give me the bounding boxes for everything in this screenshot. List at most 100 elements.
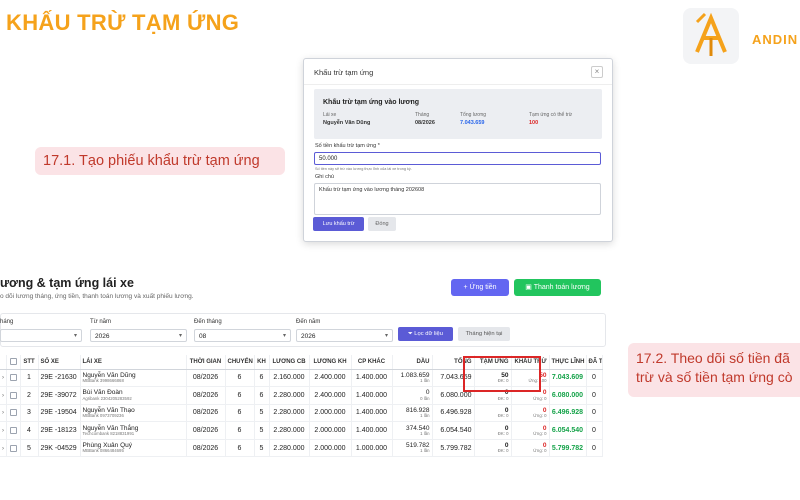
header-cell: ĐÃ TT	[586, 355, 603, 370]
row-checkbox-cell[interactable]	[6, 404, 21, 423]
advance-sub: ĐK: 0	[497, 448, 509, 454]
checkbox[interactable]	[9, 426, 17, 434]
summary-label-total: Tổng lương	[460, 112, 487, 118]
save-deduction-button[interactable]: Lưu khấu trừ	[313, 217, 364, 231]
cell-time: 08/2026	[186, 369, 226, 388]
row-marker-icon: ›	[2, 428, 4, 435]
summary-label-deductible: Tạm ứng có thể trừ	[529, 112, 573, 118]
cell-kh: 5	[254, 404, 270, 423]
checkbox[interactable]	[9, 444, 17, 452]
cell-paid: 0	[586, 421, 603, 440]
filter-value: 2026	[301, 332, 316, 340]
driver-bank: Agribank 2304205283592	[82, 395, 132, 401]
cell-plate: 29E -21630	[38, 369, 81, 388]
advance-deduction-highlight	[463, 356, 541, 392]
row-marker-icon: ›	[2, 392, 4, 399]
cell-driver[interactable]: Nguyễn Văn Thạo MBBank 0973709236	[80, 404, 187, 423]
select-all-checkbox[interactable]	[6, 355, 21, 370]
close-icon[interactable]: ×	[591, 66, 603, 78]
cell-driver[interactable]: Nguyễn Văn Dũng MBBank 3998666868	[80, 369, 187, 388]
header-cell: CP KHÁC	[351, 355, 393, 370]
cell-other: 1.400.000	[351, 386, 393, 405]
filter-select-to-month[interactable]: 08 ▾	[194, 329, 291, 342]
summary-title: Khấu trừ tạm ứng vào lương	[323, 99, 420, 106]
callout-create-deduction: 17.1. Tạo phiếu khẩu trừ tạm ứng	[35, 147, 285, 175]
deduction-modal: Khấu trừ tạm ứng × Khấu trừ tạm ứng vào …	[303, 58, 613, 242]
cell-other: 1.400.000	[351, 404, 393, 423]
filter-select-to-year[interactable]: 2026 ▾	[296, 329, 393, 342]
row-checkbox-cell[interactable]	[6, 421, 21, 440]
advance-sub: ĐK: 0	[497, 395, 509, 401]
cell-net: 6.054.540	[549, 421, 587, 440]
driver-bank: MBBank 0866484695	[82, 448, 124, 454]
summary-value-total: 7.043.659	[460, 120, 485, 126]
header-cell: THỜI GIAN	[186, 355, 226, 370]
table-row[interactable]: › 5 29K -04529 Phùng Xuân Quý MBBank 086…	[0, 439, 603, 458]
filter-button[interactable]: ⏷ Lọc dữ liệu	[398, 327, 453, 341]
checkbox[interactable]	[9, 391, 17, 399]
cell-khpay: 2.000.000	[309, 404, 352, 423]
row-checkbox-cell[interactable]	[6, 439, 21, 458]
advance-button[interactable]: + Ứng tiền	[451, 279, 509, 296]
chevron-down-icon: ▾	[178, 333, 182, 339]
checkbox[interactable]	[9, 409, 17, 417]
fuel-count: 0 lần	[420, 395, 430, 401]
amount-label: Số tiền khấu trừ tạm ứng *	[315, 143, 380, 149]
cell-trips: 6	[225, 439, 255, 458]
cell-time: 08/2026	[186, 421, 226, 440]
filter-select-from-year[interactable]: 2026 ▾	[90, 329, 187, 342]
cell-base: 2.280.000	[269, 439, 310, 458]
cell-net: 5.799.782	[549, 439, 587, 458]
cell-stt: 3	[20, 404, 39, 423]
cell-base: 2.280.000	[269, 386, 310, 405]
cell-deduction: 0 Ứng: 0	[511, 421, 550, 440]
row-marker-icon: ›	[2, 375, 4, 382]
cell-total: 6.054.540	[432, 421, 475, 440]
close-button[interactable]: Đóng	[368, 217, 396, 231]
deduction-sub: Ứng: 0	[533, 430, 547, 436]
fuel-count: 1 lần	[420, 448, 430, 454]
filter-value: 2026	[95, 332, 110, 340]
row-marker-icon: ›	[2, 410, 4, 417]
cell-driver[interactable]: Bùi Văn Đoàn Agribank 2304205283592	[80, 386, 187, 405]
callout-line: trừ và số tiền tạm ứng cò	[636, 368, 793, 385]
cell-net: 7.043.609	[549, 369, 587, 388]
header-cell: THỰC LĨNH	[549, 355, 587, 370]
header-cell: DẦU	[392, 355, 433, 370]
row-checkbox-cell[interactable]	[6, 369, 21, 388]
cell-stt: 2	[20, 386, 39, 405]
cell-total: 5.799.782	[432, 439, 475, 458]
cell-other: 1.400.000	[351, 421, 393, 440]
cell-other: 1.400.000	[351, 369, 393, 388]
cell-paid: 0	[586, 369, 603, 388]
summary-label-driver: Lái xe	[323, 112, 337, 118]
row-checkbox-cell[interactable]	[6, 386, 21, 405]
filter-select-month[interactable]: ▾	[0, 329, 82, 342]
cell-khpay: 2.000.000	[309, 439, 352, 458]
cell-driver[interactable]: Phùng Xuân Quý MBBank 0866484695	[80, 439, 187, 458]
cell-base: 2.280.000	[269, 404, 310, 423]
cell-fuel: 519.782 1 lần	[392, 439, 433, 458]
filter-button-label: Lọc dữ liệu	[414, 331, 443, 337]
advance-sub: ĐK: 0	[497, 413, 509, 419]
cell-plate: 29E -18123	[38, 421, 81, 440]
checkbox[interactable]	[9, 374, 17, 382]
modal-header: Khấu trừ tạm ứng ×	[304, 59, 612, 85]
cell-other: 1.000.000	[351, 439, 393, 458]
filter-label-to-year: Đến năm	[296, 319, 321, 325]
cell-plate: 29E -39072	[38, 386, 81, 405]
cell-driver[interactable]: Nguyễn Văn Thắng Techcombank 8218831991	[80, 421, 187, 440]
checkbox[interactable]	[9, 358, 17, 366]
brand-name: ANDIN	[752, 32, 799, 47]
table-row[interactable]: › 4 29E -18123 Nguyễn Văn Thắng Techcomb…	[0, 421, 603, 440]
cell-khpay: 2.400.000	[309, 369, 352, 388]
pay-salary-button[interactable]: ▣ Thanh toán lương	[514, 279, 601, 296]
header-cell: STT	[20, 355, 39, 370]
amount-input[interactable]: 50.000	[314, 152, 601, 165]
callout-line: 17.2. Theo dõi số tiền đã	[636, 350, 790, 366]
driver-bank: MBBank 3998666868	[82, 378, 124, 383]
note-textarea[interactable]: Khấu trừ tạm ứng vào lương tháng 202608	[314, 183, 601, 215]
current-month-button[interactable]: Tháng hiện tại	[458, 327, 510, 341]
cell-stt: 4	[20, 421, 39, 440]
table-row[interactable]: › 3 29E -19504 Nguyễn Văn Thạo MBBank 09…	[0, 404, 603, 423]
